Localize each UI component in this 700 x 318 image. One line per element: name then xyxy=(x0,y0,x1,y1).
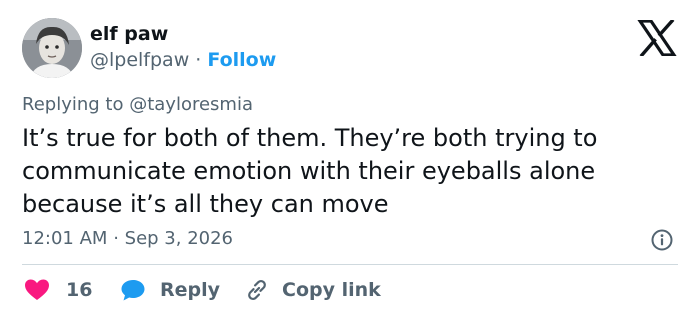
avatar[interactable] xyxy=(22,18,82,78)
like-count: 16 xyxy=(66,279,93,301)
like-button[interactable]: 16 xyxy=(24,276,92,304)
reply-label: Reply xyxy=(160,279,221,301)
tweet-card: elf paw @lpelfpaw · Follow Replying to @… xyxy=(0,0,700,318)
tweet-text: It’s true for both of them. They’re both… xyxy=(22,124,598,218)
author-name[interactable]: elf paw xyxy=(90,22,168,46)
info-icon[interactable] xyxy=(650,228,674,252)
author-handle[interactable]: @lpelfpaw xyxy=(90,49,189,71)
replying-to: Replying to @tayloresmia xyxy=(22,94,253,116)
meta-separator: · xyxy=(113,228,119,249)
replying-prefix: Replying to xyxy=(22,94,130,115)
speech-bubble-icon xyxy=(121,280,145,301)
reply-button[interactable]: Reply xyxy=(120,276,220,304)
tweet-timestamp[interactable]: 12:01 AM · Sep 3, 2026 xyxy=(22,228,233,250)
follow-button[interactable]: Follow xyxy=(207,49,276,71)
tweet-time: 12:01 AM xyxy=(22,228,108,249)
link-icon xyxy=(248,280,266,300)
divider xyxy=(22,264,678,265)
tweet-date: Sep 3, 2026 xyxy=(124,228,234,249)
separator-dot: · xyxy=(195,49,202,71)
x-logo-icon[interactable] xyxy=(636,18,678,58)
heart-icon xyxy=(25,279,49,300)
reply-mention[interactable]: @tayloresmia xyxy=(129,94,253,115)
author-handle-line: @lpelfpaw · Follow xyxy=(90,48,276,72)
copy-link-label: Copy link xyxy=(282,279,381,301)
copy-link-button[interactable]: Copy link xyxy=(244,276,381,304)
action-bar: 16 Reply Copy link xyxy=(22,276,678,304)
